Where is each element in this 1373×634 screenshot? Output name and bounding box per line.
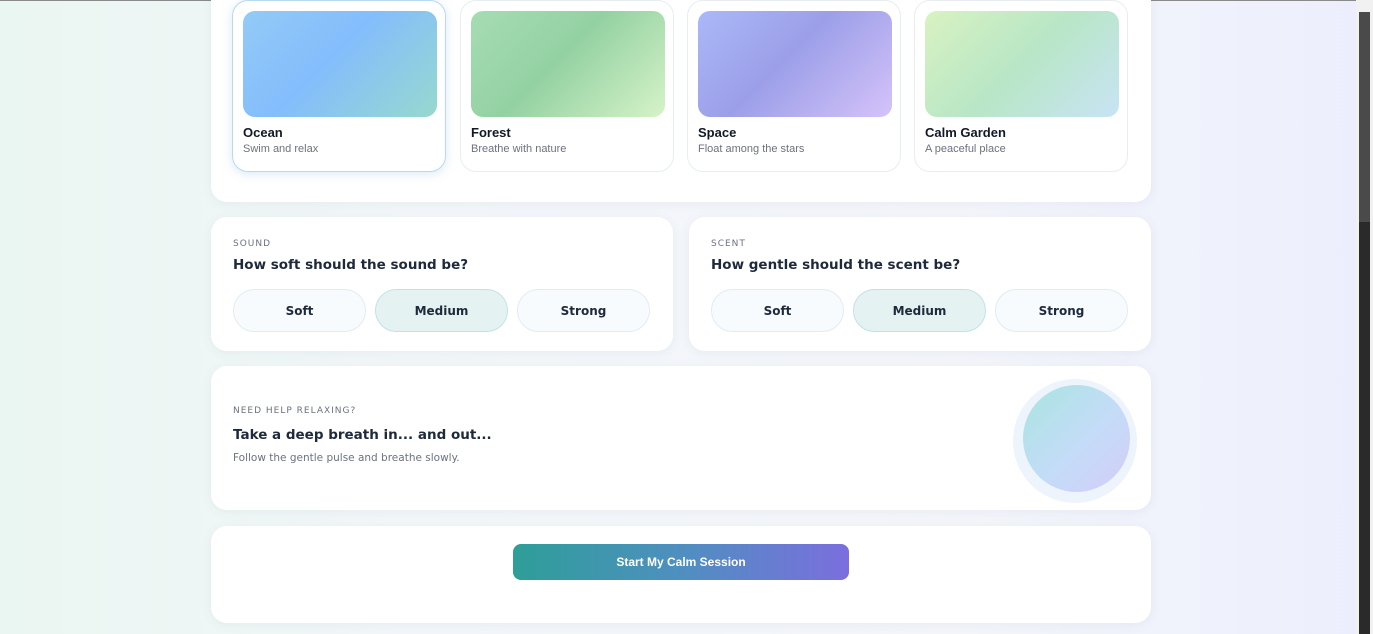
- sound-option-strong[interactable]: Strong: [517, 289, 650, 332]
- scent-option-soft[interactable]: Soft: [711, 289, 844, 332]
- sound-options: Soft Medium Strong: [233, 289, 650, 332]
- breathing-title: Take a deep breath in... and out...: [233, 427, 492, 443]
- theme-picker-panel: Ocean Swim and relax Forest Breathe with…: [211, 0, 1151, 202]
- sound-panel: SOUND How soft should the sound be? Soft…: [211, 217, 673, 351]
- theme-card-forest[interactable]: Forest Breathe with nature: [460, 0, 674, 172]
- breathing-eyebrow: NEED HELP RELAXING?: [233, 406, 357, 416]
- scent-panel: SCENT How gentle should the scent be? So…: [689, 217, 1151, 351]
- scent-options: Soft Medium Strong: [711, 289, 1128, 332]
- theme-subtitle: Breathe with nature: [471, 143, 567, 155]
- page-scrollbar[interactable]: ▲: [1356, 0, 1373, 634]
- sound-eyebrow: SOUND: [233, 239, 272, 249]
- breathing-panel: NEED HELP RELAXING? Take a deep breath i…: [211, 366, 1151, 510]
- sound-option-soft[interactable]: Soft: [233, 289, 366, 332]
- theme-card-calm-garden[interactable]: Calm Garden A peaceful place: [914, 0, 1128, 172]
- theme-swatch-space: [698, 11, 892, 117]
- theme-swatch-forest: [471, 11, 665, 117]
- theme-subtitle: A peaceful place: [925, 143, 1006, 155]
- sound-option-medium[interactable]: Medium: [375, 289, 508, 332]
- scrollbar-track[interactable]: [1359, 222, 1370, 634]
- breathing-pulse-circle: [1023, 385, 1130, 492]
- theme-swatch-ocean: [243, 11, 437, 117]
- theme-title: Calm Garden: [925, 125, 1006, 140]
- scent-option-medium[interactable]: Medium: [853, 289, 986, 332]
- theme-subtitle: Float among the stars: [698, 143, 805, 155]
- scent-question: How gentle should the scent be?: [711, 257, 961, 273]
- start-session-button[interactable]: Start My Calm Session: [513, 544, 849, 580]
- scent-option-strong[interactable]: Strong: [995, 289, 1128, 332]
- theme-title: Forest: [471, 125, 511, 140]
- theme-subtitle: Swim and relax: [243, 143, 319, 155]
- theme-title: Space: [698, 125, 737, 140]
- theme-card-space[interactable]: Space Float among the stars: [687, 0, 901, 172]
- theme-swatch-calm-garden: [925, 11, 1119, 117]
- theme-card-ocean[interactable]: Ocean Swim and relax: [232, 0, 446, 172]
- start-session-panel: Start My Calm Session: [211, 526, 1151, 623]
- scent-eyebrow: SCENT: [711, 239, 746, 249]
- scrollbar-thumb[interactable]: [1359, 12, 1370, 222]
- sound-question: How soft should the sound be?: [233, 257, 469, 273]
- breathing-description: Follow the gentle pulse and breathe slow…: [233, 452, 460, 464]
- theme-title: Ocean: [243, 125, 283, 140]
